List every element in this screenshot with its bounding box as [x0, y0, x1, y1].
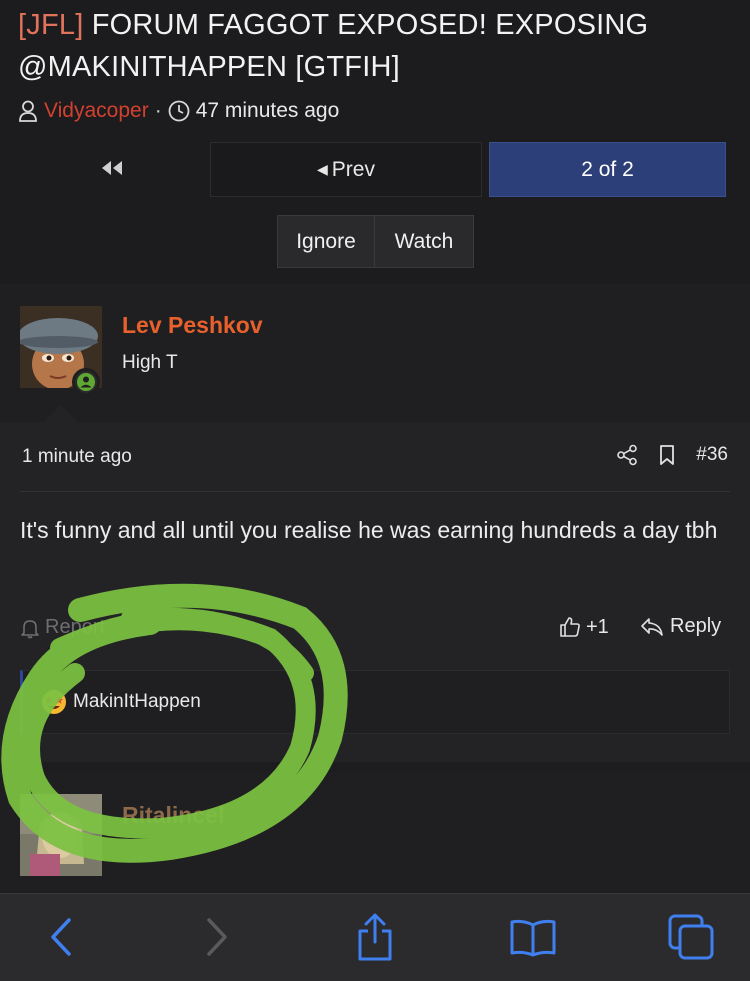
chevron-left-icon [51, 918, 71, 956]
post-username[interactable]: Lev Peshkov [122, 312, 263, 339]
watch-button[interactable]: Watch [375, 216, 473, 267]
thread-meta: Vidyacoper · 47 minutes ago [18, 96, 339, 126]
post: Lev Peshkov High T 1 minute ago #36 It's… [0, 284, 750, 762]
browser-forward-button[interactable] [190, 910, 244, 964]
reply-arrow-icon [641, 617, 663, 636]
thumbs-up-icon [560, 617, 580, 637]
thread-header: [JFL] FORUM FAGGOT EXPOSED! EXPOSING @MA… [0, 0, 750, 283]
chevron-right-icon [207, 918, 227, 956]
caret-left-icon: ◀ [317, 161, 328, 177]
ignore-button[interactable]: Ignore [278, 216, 375, 267]
browser-toolbar [0, 893, 750, 981]
clock-icon [168, 100, 190, 122]
bell-icon [21, 619, 39, 638]
reactions-bar[interactable]: MakinItHappen [20, 670, 730, 734]
next-post-avatar[interactable] [20, 794, 102, 876]
meta-separator: · [154, 99, 162, 122]
post-divider [20, 491, 730, 492]
post-body: It's funny and all until you realise he … [20, 517, 718, 543]
report-button[interactable]: Report [20, 616, 105, 639]
share-icon[interactable] [616, 444, 638, 466]
prev-page-button[interactable]: ◀ Prev [210, 142, 482, 197]
star-struck-emoji-icon [42, 690, 66, 714]
thread-title: [JFL] FORUM FAGGOT EXPOSED! EXPOSING @MA… [18, 4, 718, 88]
browser-bookmarks-button[interactable] [506, 910, 560, 964]
thread-time: 47 minutes ago [195, 99, 340, 122]
page-selector-button[interactable]: 2 of 2 [489, 142, 726, 197]
online-status-icon [72, 368, 100, 396]
post-user-block: Lev Peshkov High T [0, 284, 750, 422]
report-label: Report [45, 616, 106, 638]
double-chevron-left-icon [99, 159, 125, 182]
post-number-link[interactable]: #36 [696, 444, 728, 466]
thread-button-group: Ignore Watch [277, 215, 474, 268]
browser-back-button[interactable] [34, 910, 88, 964]
share-icon [358, 913, 392, 961]
post-actions: #36 [596, 444, 728, 466]
post-time-link[interactable]: 1 minute ago [22, 446, 132, 468]
tabs-icon [668, 914, 714, 960]
reaction-user: MakinItHappen [73, 691, 201, 712]
like-button[interactable]: +1 [558, 615, 609, 639]
user-icon [18, 100, 38, 122]
bookmark-icon[interactable] [658, 444, 676, 466]
book-icon [510, 919, 556, 957]
reply-button[interactable]: Reply [640, 615, 721, 638]
next-post: Ritalincel [0, 772, 750, 892]
browser-tabs-button[interactable] [664, 910, 718, 964]
reply-label: Reply [670, 615, 722, 637]
prev-label: Prev [331, 157, 375, 181]
post-pointer [44, 405, 78, 422]
thread-author-link[interactable]: Vidyacoper [44, 99, 149, 123]
thread-title-text: FORUM FAGGOT EXPOSED! EXPOSING @MAKINITH… [18, 9, 649, 83]
browser-share-button[interactable] [348, 910, 402, 964]
page-indicator: 2 of 2 [581, 157, 634, 181]
post-user-title: High T [122, 352, 178, 373]
like-count: +1 [586, 615, 609, 638]
first-page-button[interactable] [62, 143, 162, 197]
thread-prefix: [JFL] [18, 9, 84, 41]
next-post-username[interactable]: Ritalincel [122, 802, 224, 829]
